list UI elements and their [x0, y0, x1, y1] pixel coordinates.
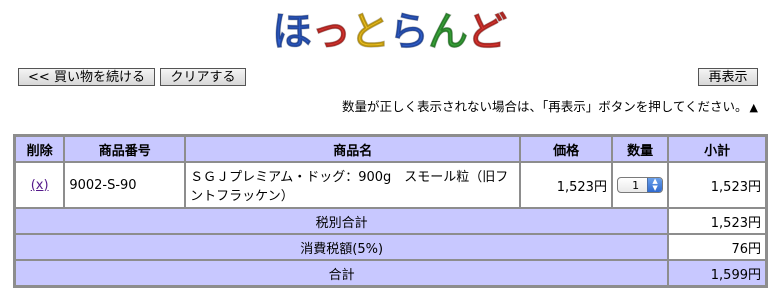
cart-table: 削除 商品番号 商品名 価格 数量 小計 (x) 9002-S-90 ＳＧＪプレ… [13, 134, 768, 288]
col-header-price: 価格 [521, 137, 611, 161]
pretax-total-label: 税別合計 [16, 209, 668, 233]
tax-label: 消費税額(5%) [16, 235, 668, 259]
col-header-qty: 数量 [612, 137, 668, 161]
item-name: ＳＧＪプレミアム・ドッグ：900g スモール粒（旧フントフラッケン） [186, 163, 520, 207]
refresh-notice: 数量が正しく表示されない場合は、「再表示」ボタンを押してください。 ▲ [342, 96, 758, 115]
logo-char: ん [428, 9, 469, 56]
logo-char: ど [467, 9, 508, 56]
item-price: 1,523円 [521, 163, 611, 207]
triangle-up-icon: ▲ [749, 101, 758, 114]
site-logo: ほっとらんど [272, 6, 508, 58]
logo-char: ほ [272, 9, 313, 56]
pretax-total-value: 1,523円 [669, 209, 765, 233]
table-row: (x) 9002-S-90 ＳＧＪプレミアム・ドッグ：900g スモール粒（旧フ… [16, 163, 765, 207]
logo-char: と [350, 9, 391, 56]
qty-cell: 1 ▲ ▼ [612, 163, 668, 207]
grand-total-value: 1,599円 [669, 261, 765, 285]
logo-char: っ [311, 9, 352, 56]
logo-char: ら [389, 9, 430, 56]
col-header-code: 商品番号 [65, 137, 185, 161]
quantity-select[interactable]: 1 ▲ ▼ [617, 177, 664, 193]
item-code: 9002-S-90 [65, 163, 185, 207]
refresh-button[interactable]: 再表示 [698, 68, 758, 86]
col-header-name: 商品名 [186, 137, 520, 161]
continue-shopping-button[interactable]: << 買い物を続ける [18, 68, 155, 86]
col-header-delete: 削除 [16, 137, 64, 161]
delete-cell: (x) [16, 163, 64, 207]
grand-total-label: 合計 [16, 261, 668, 285]
item-subtotal: 1,523円 [669, 163, 765, 207]
cart-header-row: 削除 商品番号 商品名 価格 数量 小計 [16, 137, 765, 161]
select-arrows-icon: ▲ ▼ [647, 178, 663, 192]
tax-row: 消費税額(5%) 76円 [16, 235, 765, 259]
tax-value: 76円 [669, 235, 765, 259]
pretax-total-row: 税別合計 1,523円 [16, 209, 765, 233]
quantity-value: 1 [632, 178, 640, 192]
grand-total-row: 合計 1,599円 [16, 261, 765, 285]
notice-text: 数量が正しく表示されない場合は、「再表示」ボタンを押してください。 [342, 99, 748, 114]
clear-cart-button[interactable]: クリアする [160, 68, 246, 86]
col-header-subtotal: 小計 [669, 137, 765, 161]
delete-item-link[interactable]: (x) [31, 178, 49, 193]
